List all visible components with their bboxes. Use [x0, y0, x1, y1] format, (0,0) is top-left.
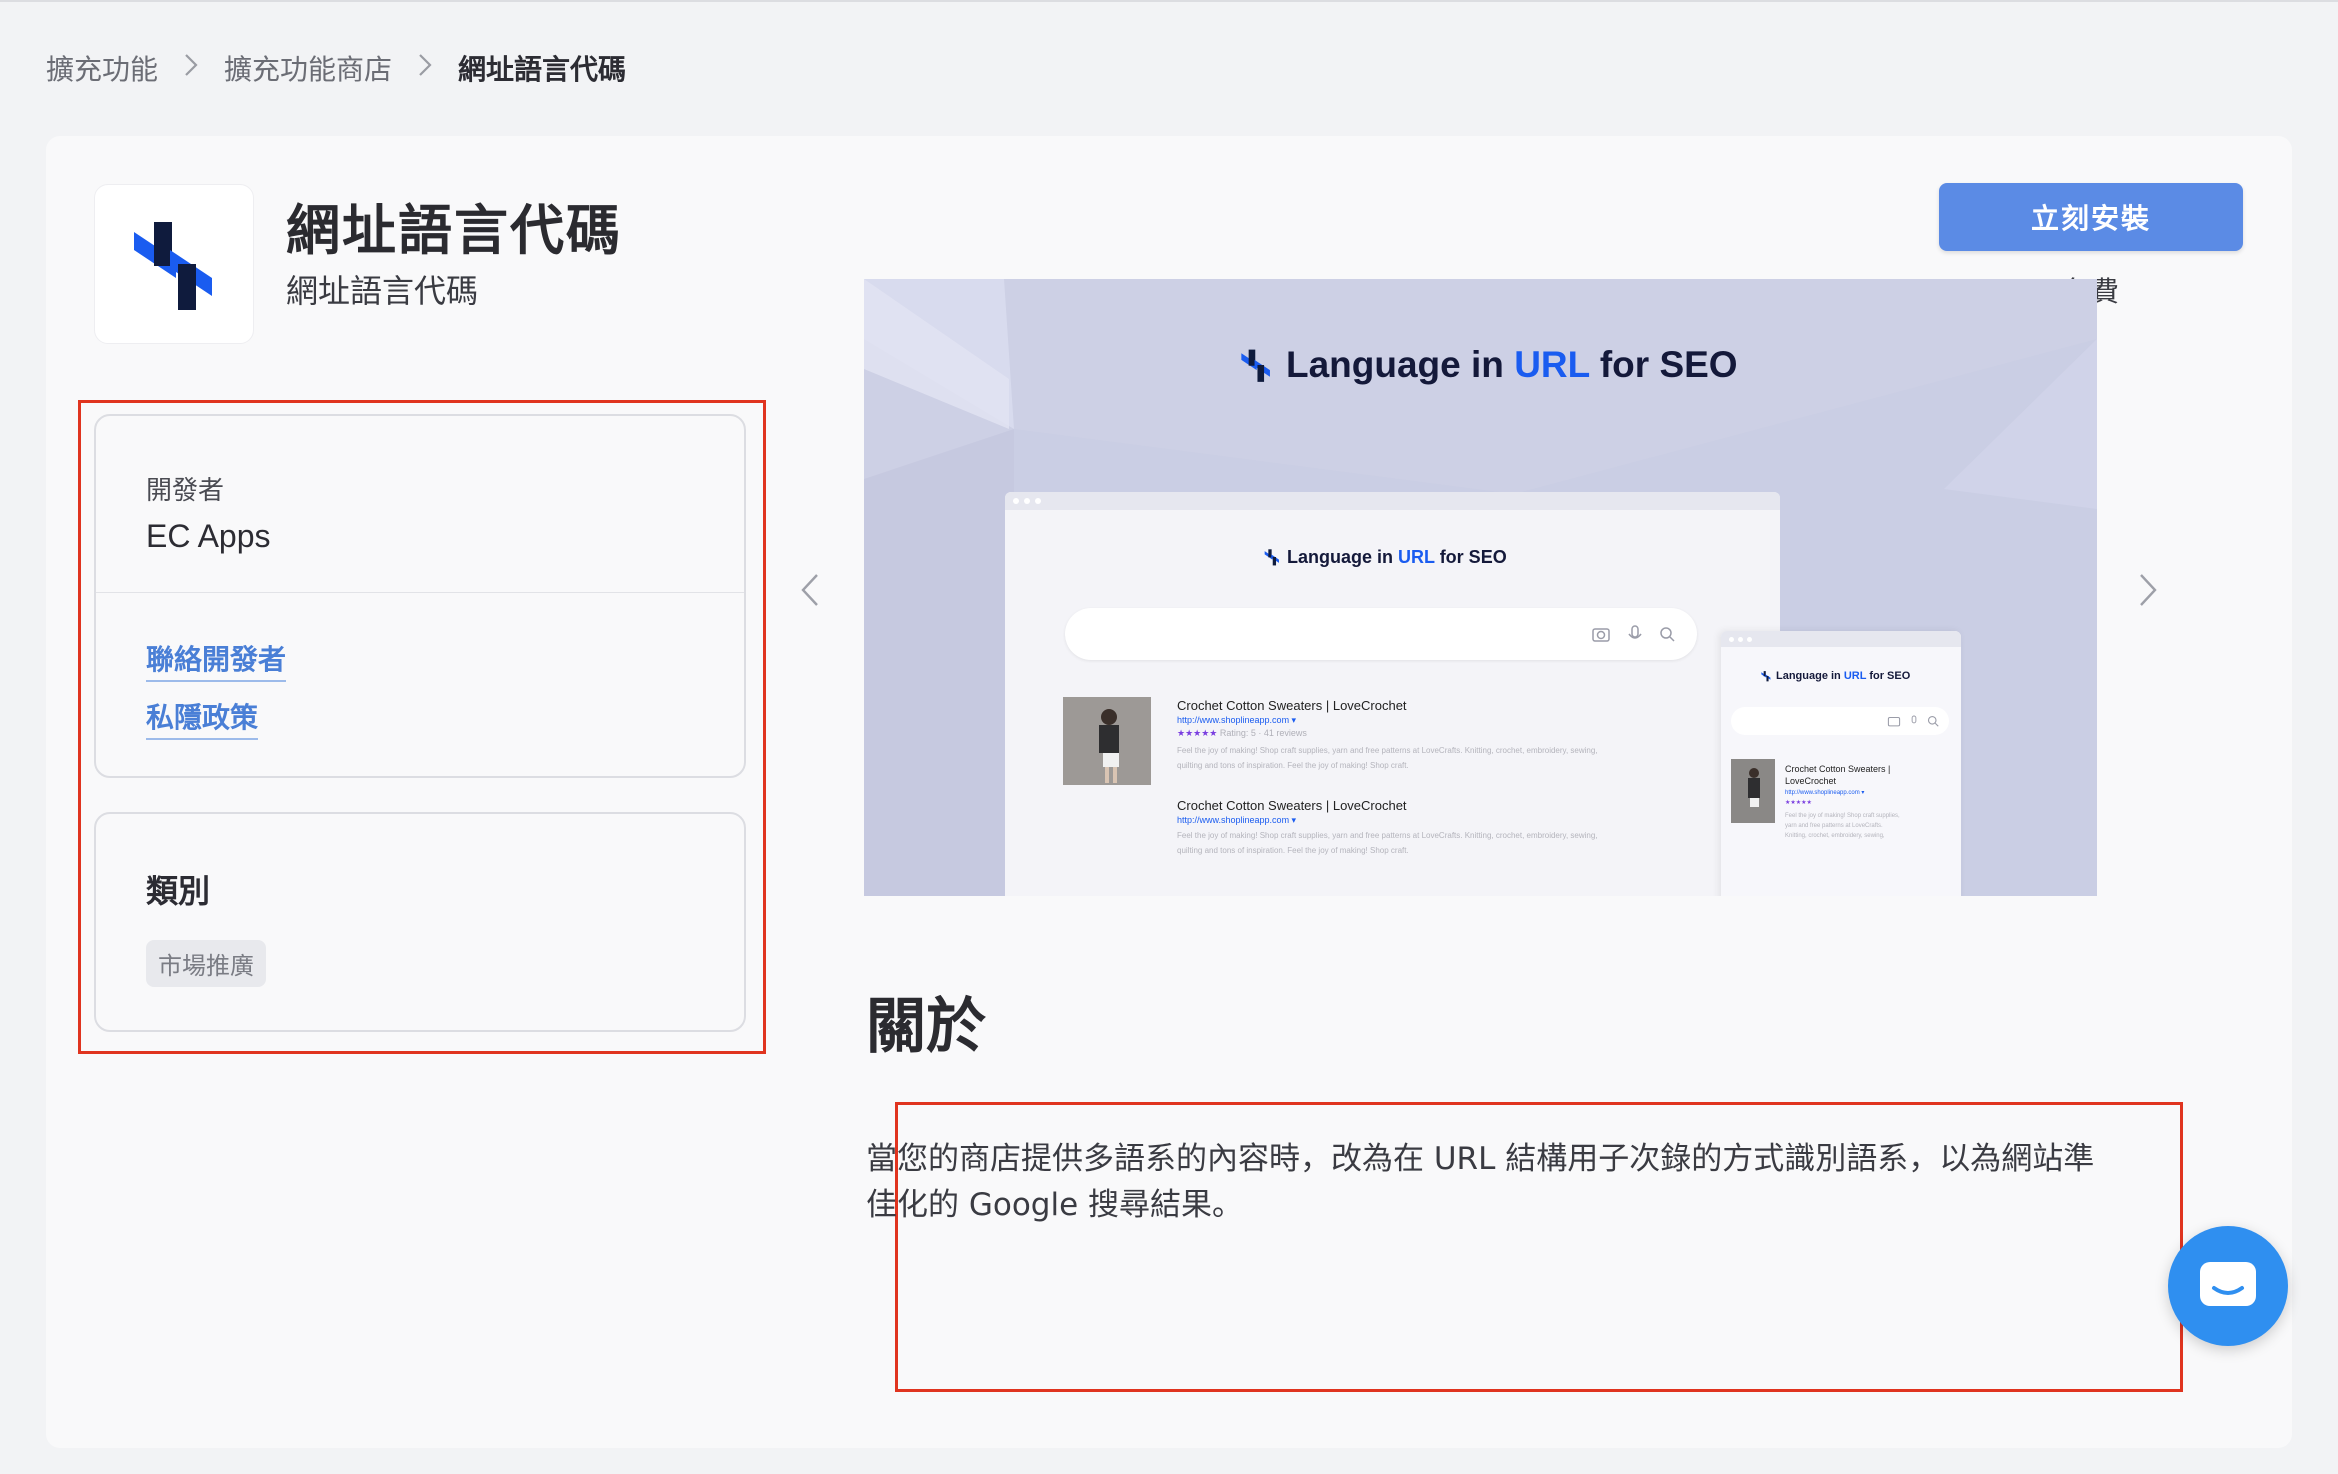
camera-icon	[1592, 628, 1610, 642]
result-title-2: Crochet Cotton Sweaters | LoveCrochet	[1177, 798, 1407, 813]
search-icon	[1660, 627, 1675, 642]
language-url-logo-icon	[1241, 349, 1270, 382]
carousel-next-button[interactable]	[2128, 560, 2168, 620]
result-snippet-2: Feel the joy of making! Shop craft suppl…	[1177, 828, 1697, 858]
mobile-headline-highlight: URL	[1843, 670, 1867, 682]
model-photo-icon	[1063, 697, 1151, 785]
search-icon	[1927, 715, 1939, 727]
carousel-prev-button[interactable]	[790, 560, 830, 620]
headline-highlight: URL	[1514, 344, 1590, 385]
result-snippet-line: quilting and tons of inspiration. Feel t…	[1177, 761, 1409, 770]
mobile-result-title-line: LoveCrochet	[1785, 776, 1837, 786]
mobile-browser-mock: Language in URL for SEO Crochet Cotton S…	[1721, 631, 1961, 896]
result-snippet-line: Feel the joy of making! Shop craft suppl…	[1177, 831, 1598, 840]
headline-prefix: Language in	[1286, 344, 1515, 385]
mobile-result-title: Crochet Cotton Sweaters | LoveCrochet	[1785, 763, 1890, 787]
mobile-mock-headline: Language in URL for SEO	[1759, 669, 1910, 683]
chat-icon	[2200, 1262, 2256, 1306]
breadcrumb-separator-icon	[418, 53, 432, 84]
camera-icon	[1887, 716, 1901, 727]
chevron-left-icon	[801, 574, 818, 606]
app-screenshot[interactable]: Language in URL for SEO Language in URL …	[864, 279, 2097, 896]
result-snippet-1: Feel the joy of making! Shop craft suppl…	[1177, 743, 1697, 773]
language-url-logo-icon	[1761, 671, 1771, 682]
result-thumbnail	[1063, 697, 1151, 785]
mobile-snippet-line: Feel the joy of making! Shop craft suppl…	[1785, 813, 1900, 839]
mobile-search-bar	[1731, 707, 1949, 735]
top-border	[0, 0, 2338, 2]
microphone-icon	[1911, 715, 1917, 724]
breadcrumb: 擴充功能 擴充功能商店 網址語言代碼	[46, 46, 626, 90]
chevron-right-icon	[2140, 574, 2157, 606]
mock-headline-highlight: URL	[1398, 546, 1435, 567]
mock-headline-prefix: Language in	[1287, 546, 1399, 567]
mock-headline-suffix: for SEO	[1434, 546, 1507, 567]
microphone-icon	[1628, 625, 1642, 639]
result-title-1: Crochet Cotton Sweaters | LoveCrochet	[1177, 698, 1407, 713]
mobile-result-url: http://www.shoplineapp.com ▾	[1785, 790, 1865, 796]
mobile-titlebar	[1721, 631, 1961, 647]
annotation-box-left	[78, 400, 766, 1054]
screenshot-headline: Language in URL for SEO	[1234, 343, 1738, 387]
about-line-1: 當您的商店提供多語系的內容時，改為在 URL 結構用子次錄的方式識別語系，以為網…	[866, 1141, 2095, 1177]
breadcrumb-separator-icon	[184, 53, 198, 84]
mobile-headline-prefix: Language in	[1776, 670, 1844, 682]
chat-launcher-button[interactable]	[2168, 1226, 2288, 1346]
mobile-result-stars: ★★★★★	[1785, 800, 1812, 806]
result-url-1: http://www.shoplineapp.com ▾	[1177, 715, 1297, 725]
mobile-result-title-line: Crochet Cotton Sweaters |	[1785, 764, 1891, 774]
result-rating-1: ★★★★★ Rating: 5 · 41 reviews	[1177, 728, 1307, 738]
model-photo-icon	[1748, 768, 1760, 807]
about-title: 關於	[866, 992, 986, 1062]
app-logo	[94, 184, 254, 344]
about-description: 當您的商店提供多語系的內容時，改為在 URL 結構用子次錄的方式識別語系，以為網…	[866, 1136, 2186, 1228]
breadcrumb-extensions[interactable]: 擴充功能	[46, 48, 158, 88]
result-snippet-line: quilting and tons of inspiration. Feel t…	[1177, 846, 1409, 855]
app-title: 網址語言代碼	[286, 199, 622, 262]
language-url-logo-icon	[134, 222, 212, 310]
breadcrumb-current: 網址語言代碼	[458, 53, 627, 86]
mobile-headline-suffix: for SEO	[1866, 670, 1911, 682]
result-snippet-line: Feel the joy of making! Shop craft suppl…	[1177, 746, 1598, 755]
language-url-logo-icon	[1264, 549, 1279, 566]
about-line-2: 佳化的 Google 搜尋結果。	[866, 1187, 1244, 1223]
mobile-result-thumbnail	[1731, 759, 1775, 823]
app-detail-card: 網址語言代碼 網址語言代碼 立刻安裝 免費 開發者 EC Apps 聯絡開發者 …	[46, 136, 2292, 1448]
desktop-browser-mock: Language in URL for SEO Crochet Cotton S…	[1005, 492, 1780, 896]
headline-suffix: for SEO	[1589, 344, 1738, 385]
mobile-result-snippet: Feel the joy of making! Shop craft suppl…	[1785, 811, 1905, 867]
mock-search-bar	[1065, 608, 1697, 660]
app-subtitle: 網址語言代碼	[286, 272, 479, 310]
desktop-mock-headline: Language in URL for SEO	[1261, 546, 1507, 568]
result-rating-text: Rating: 5 · 41 reviews	[1219, 728, 1307, 738]
browser-titlebar	[1005, 492, 1780, 510]
install-button[interactable]: 立刻安裝	[1939, 183, 2243, 251]
breadcrumb-extension-store[interactable]: 擴充功能商店	[224, 48, 392, 88]
result-url-2: http://www.shoplineapp.com ▾	[1177, 815, 1297, 825]
